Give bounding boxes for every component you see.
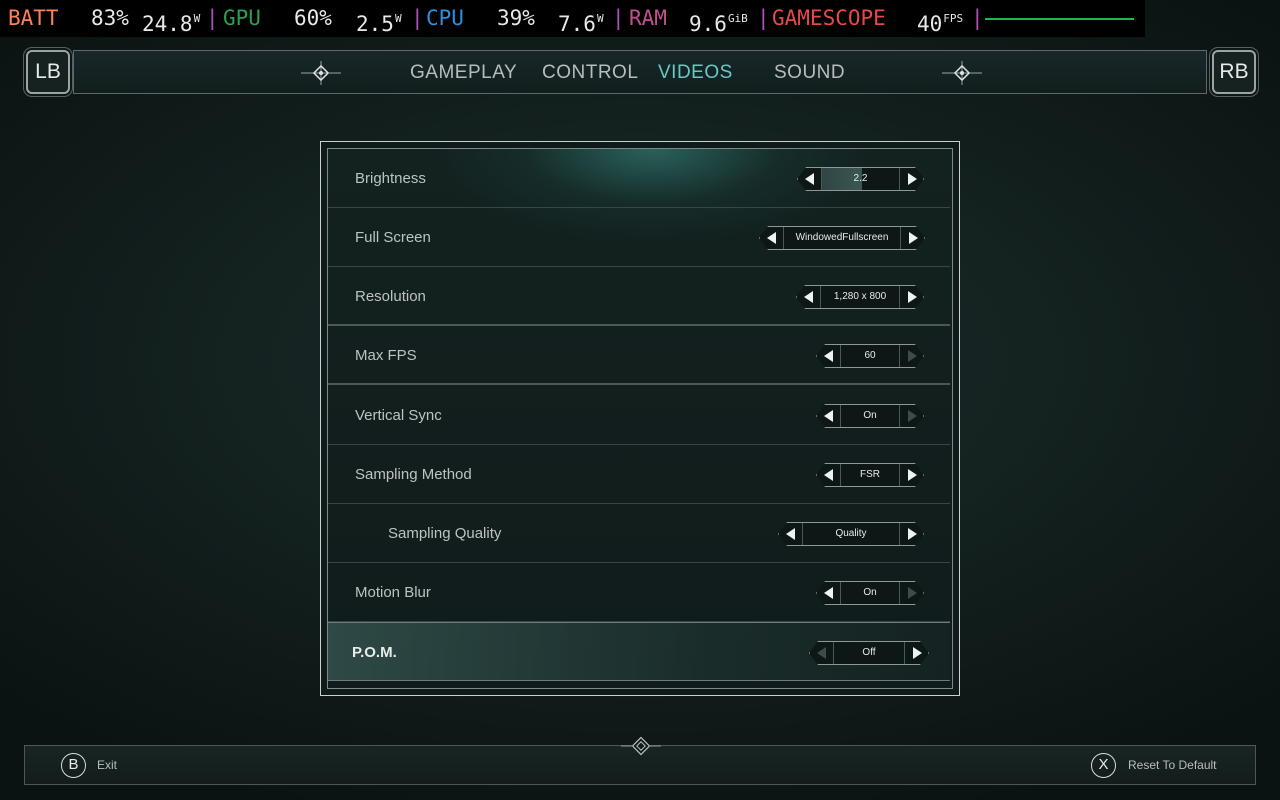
cpu-label: CPU: [426, 6, 464, 30]
setting-row-brightness[interactable]: Brightness 2.2: [328, 149, 950, 208]
batt-watts: 24.8W: [142, 12, 201, 36]
arrow-left-icon[interactable]: [817, 582, 841, 604]
max-fps-selector[interactable]: 60: [816, 344, 924, 368]
setting-label: Brightness: [355, 170, 426, 187]
ram-label: RAM: [629, 6, 667, 30]
setting-label: Sampling Method: [355, 466, 472, 483]
setting-row-resolution[interactable]: Resolution 1,280 x 800: [328, 267, 950, 326]
setting-row-vertical-sync[interactable]: Vertical Sync On: [328, 386, 950, 445]
tab-sound[interactable]: SOUND: [774, 51, 845, 95]
arrow-left-icon[interactable]: [798, 168, 822, 190]
setting-value: 60: [864, 350, 876, 361]
arrow-right-icon[interactable]: [900, 227, 924, 249]
fps-graph-line: [985, 18, 1134, 20]
arrow-left-icon[interactable]: [817, 405, 841, 427]
arrow-right-icon[interactable]: [899, 582, 923, 604]
arrow-right-icon[interactable]: [904, 642, 928, 664]
setting-label: P.O.M.: [352, 644, 397, 661]
motion-blur-selector[interactable]: On: [816, 581, 924, 605]
gamescope-label: GAMESCOPE: [772, 6, 886, 30]
setting-label: Resolution: [355, 288, 426, 305]
exit-label[interactable]: Exit: [97, 746, 117, 785]
overlay-separator: |: [757, 6, 770, 30]
arrow-left-icon[interactable]: [817, 464, 841, 486]
gpu-percent: 60%: [294, 6, 332, 30]
vertical-sync-selector[interactable]: On: [816, 404, 924, 428]
arrow-right-icon[interactable]: [899, 168, 923, 190]
setting-value: On: [863, 587, 877, 598]
setting-value: On: [863, 410, 877, 421]
arrow-right-icon[interactable]: [899, 405, 923, 427]
setting-value: Off: [862, 647, 876, 658]
tab-bar: GAMEPLAY CONTROL VIDEOS SOUND: [73, 50, 1207, 94]
cpu-watts: 7.6W: [558, 12, 604, 36]
setting-value: 1,280 x 800: [833, 291, 887, 302]
setting-label: Vertical Sync: [355, 407, 442, 424]
setting-row-sampling-quality[interactable]: Sampling Quality Quality: [328, 504, 950, 563]
ornament-icon: [942, 61, 982, 85]
ornament-icon: [301, 61, 341, 85]
arrow-right-icon[interactable]: [899, 523, 923, 545]
setting-value: FSR: [860, 469, 880, 480]
tab-control[interactable]: CONTROL: [542, 51, 638, 95]
setting-row-full-screen[interactable]: Full Screen WindowedFullscreen: [328, 208, 950, 267]
setting-row-pom[interactable]: P.O.M. Off: [328, 622, 950, 681]
video-settings-panel: Brightness 2.2 Full Screen WindowedFulls…: [320, 141, 960, 696]
tab-videos[interactable]: VIDEOS: [658, 51, 733, 95]
bottom-prompt-bar: B Exit X Reset To Default: [24, 736, 1256, 785]
sampling-quality-selector[interactable]: Quality: [778, 522, 924, 546]
settings-list: Brightness 2.2 Full Screen WindowedFulls…: [327, 148, 953, 689]
setting-value: Quality: [835, 528, 867, 539]
pom-selector[interactable]: Off: [809, 641, 929, 665]
performance-overlay: BATT 83% 24.8W | GPU 60% 2.5W | CPU 39% …: [0, 0, 1145, 37]
setting-label: Max FPS: [355, 347, 417, 364]
arrow-right-icon[interactable]: [899, 286, 923, 308]
sampling-method-selector[interactable]: FSR: [816, 463, 924, 487]
setting-label: Motion Blur: [355, 584, 431, 601]
setting-value: 2.2: [853, 173, 868, 184]
cpu-percent: 39%: [497, 6, 535, 30]
batt-label: BATT: [8, 6, 59, 30]
setting-row-max-fps[interactable]: Max FPS 60: [328, 326, 950, 385]
full-screen-selector[interactable]: WindowedFullscreen: [759, 226, 925, 250]
arrow-left-icon[interactable]: [760, 227, 784, 249]
rb-button[interactable]: RB: [1212, 50, 1256, 94]
reset-to-default-label[interactable]: Reset To Default: [1128, 746, 1217, 785]
arrow-left-icon[interactable]: [810, 642, 834, 664]
lb-button[interactable]: LB: [26, 50, 70, 94]
gpu-label: GPU: [223, 6, 261, 30]
x-button-icon[interactable]: X: [1091, 753, 1116, 778]
overlay-separator: |: [971, 6, 984, 30]
setting-label: Sampling Quality: [388, 525, 502, 542]
b-button-icon[interactable]: B: [61, 753, 86, 778]
arrow-right-icon[interactable]: [899, 464, 923, 486]
arrow-right-icon[interactable]: [899, 345, 923, 367]
arrow-left-icon[interactable]: [779, 523, 803, 545]
setting-row-sampling-method[interactable]: Sampling Method FSR: [328, 445, 950, 504]
overlay-separator: |: [411, 6, 424, 30]
overlay-separator: |: [612, 6, 625, 30]
setting-label: Full Screen: [355, 229, 431, 246]
setting-value: WindowedFullscreen: [795, 232, 889, 243]
overlay-separator: |: [206, 6, 219, 30]
arrow-left-icon[interactable]: [797, 286, 821, 308]
ornament-icon: [621, 736, 661, 756]
gpu-watts: 2.5W: [356, 12, 402, 36]
brightness-selector[interactable]: 2.2: [797, 167, 924, 191]
fps-value: 40FPS: [917, 12, 964, 36]
resolution-selector[interactable]: 1,280 x 800: [796, 285, 924, 309]
ram-value: 9.6GiB: [689, 12, 748, 36]
setting-row-motion-blur[interactable]: Motion Blur On: [328, 563, 950, 622]
batt-percent: 83%: [91, 6, 129, 30]
arrow-left-icon[interactable]: [817, 345, 841, 367]
tab-gameplay[interactable]: GAMEPLAY: [410, 51, 517, 95]
